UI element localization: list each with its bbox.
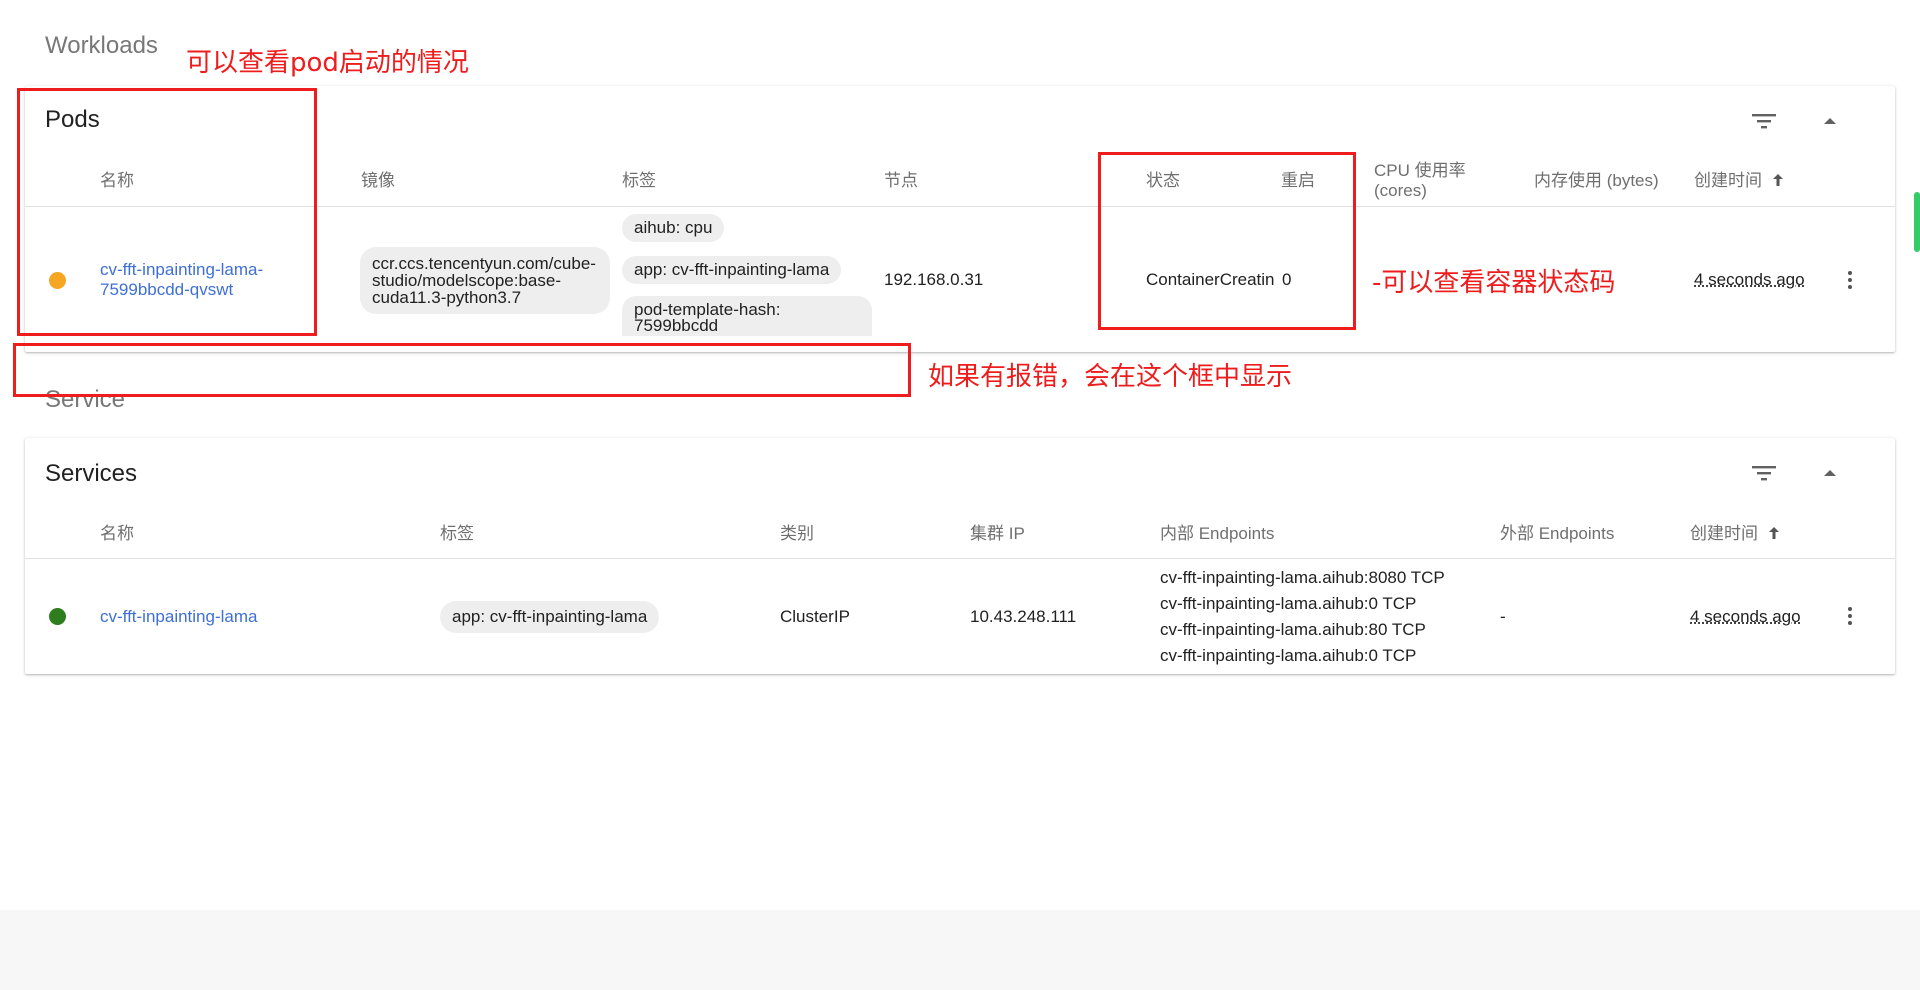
internal-endpoints-list: cv-fft-inpainting-lama.aihub:8080 TCP cv… bbox=[1160, 565, 1445, 669]
pod-image-chip: ccr.ccs.tencentyun.com/cube-studio/model… bbox=[360, 247, 610, 314]
services-card: Services 名称 标签 类别 集群 IP 内部 Endpoints 外部 … bbox=[25, 438, 1895, 674]
scrollbar[interactable] bbox=[1914, 192, 1920, 252]
col-labels: 标签 bbox=[440, 524, 474, 543]
annotation-status-code: -可以查看容器状态码 bbox=[1372, 268, 1616, 298]
col-name: 名称 bbox=[100, 524, 134, 543]
col-created-label: 创建时间 bbox=[1694, 171, 1762, 190]
arrow-up-icon bbox=[1767, 525, 1781, 545]
col-labels: 标签 bbox=[622, 171, 656, 190]
service-external-endpoints: - bbox=[1500, 607, 1506, 626]
arrow-up-icon bbox=[1771, 172, 1785, 192]
services-header-divider bbox=[25, 558, 1895, 559]
col-cluster-ip: 集群 IP bbox=[970, 524, 1025, 543]
col-external-endpoints: 外部 Endpoints bbox=[1500, 524, 1615, 543]
expand-less-icon[interactable] bbox=[1815, 106, 1845, 136]
col-created[interactable]: 创建时间 bbox=[1690, 524, 1781, 545]
label-chip: app: cv-fft-inpainting-lama bbox=[440, 601, 660, 633]
annotation-box-pod-name bbox=[17, 88, 317, 336]
annotation-error-box: 如果有报错，会在这个框中显示 bbox=[928, 362, 1293, 392]
more-vert-icon[interactable] bbox=[1838, 268, 1862, 292]
col-internal-endpoints: 内部 Endpoints bbox=[1160, 524, 1275, 543]
endpoint-item: cv-fft-inpainting-lama.aihub:8080 TCP bbox=[1160, 568, 1445, 587]
more-vert-icon[interactable] bbox=[1838, 604, 1862, 628]
filter-icon[interactable] bbox=[1749, 458, 1779, 488]
annotation-box-status bbox=[1098, 152, 1356, 330]
service-type: ClusterIP bbox=[780, 607, 850, 626]
status-dot bbox=[49, 608, 66, 625]
pod-age: 4 seconds ago bbox=[1694, 270, 1805, 289]
filter-icon[interactable] bbox=[1749, 106, 1779, 136]
endpoint-item: cv-fft-inpainting-lama.aihub:0 TCP bbox=[1160, 594, 1417, 613]
services-title: Services bbox=[45, 460, 138, 487]
service-cluster-ip: 10.43.248.111 bbox=[970, 607, 1077, 626]
workloads-heading: Workloads bbox=[45, 32, 158, 59]
col-created-label: 创建时间 bbox=[1690, 524, 1758, 543]
col-image: 镜像 bbox=[361, 171, 395, 190]
col-type: 类别 bbox=[780, 524, 814, 543]
pod-node: 192.168.0.31 bbox=[884, 270, 984, 289]
footer-area bbox=[0, 910, 1920, 990]
expand-less-icon[interactable] bbox=[1815, 458, 1845, 488]
annotation-box-error bbox=[13, 343, 911, 397]
col-memory: 内存使用 (bytes) bbox=[1534, 171, 1659, 190]
label-chip: pod-template-hash: 7599bbcdd bbox=[622, 296, 872, 336]
service-age: 4 seconds ago bbox=[1690, 607, 1801, 626]
label-chip: app: cv-fft-inpainting-lama bbox=[622, 256, 842, 284]
label-chip: aihub: cpu bbox=[622, 214, 725, 242]
endpoint-item: cv-fft-inpainting-lama.aihub:0 TCP bbox=[1160, 646, 1417, 665]
col-node: 节点 bbox=[884, 171, 918, 190]
col-cpu: CPU 使用率 (cores) bbox=[1374, 161, 1466, 200]
endpoint-item: cv-fft-inpainting-lama.aihub:80 TCP bbox=[1160, 620, 1426, 639]
annotation-pod-start: 可以查看pod启动的情况 bbox=[186, 48, 469, 78]
col-created[interactable]: 创建时间 bbox=[1694, 171, 1785, 192]
service-name-link[interactable]: cv-fft-inpainting-lama bbox=[100, 607, 257, 627]
